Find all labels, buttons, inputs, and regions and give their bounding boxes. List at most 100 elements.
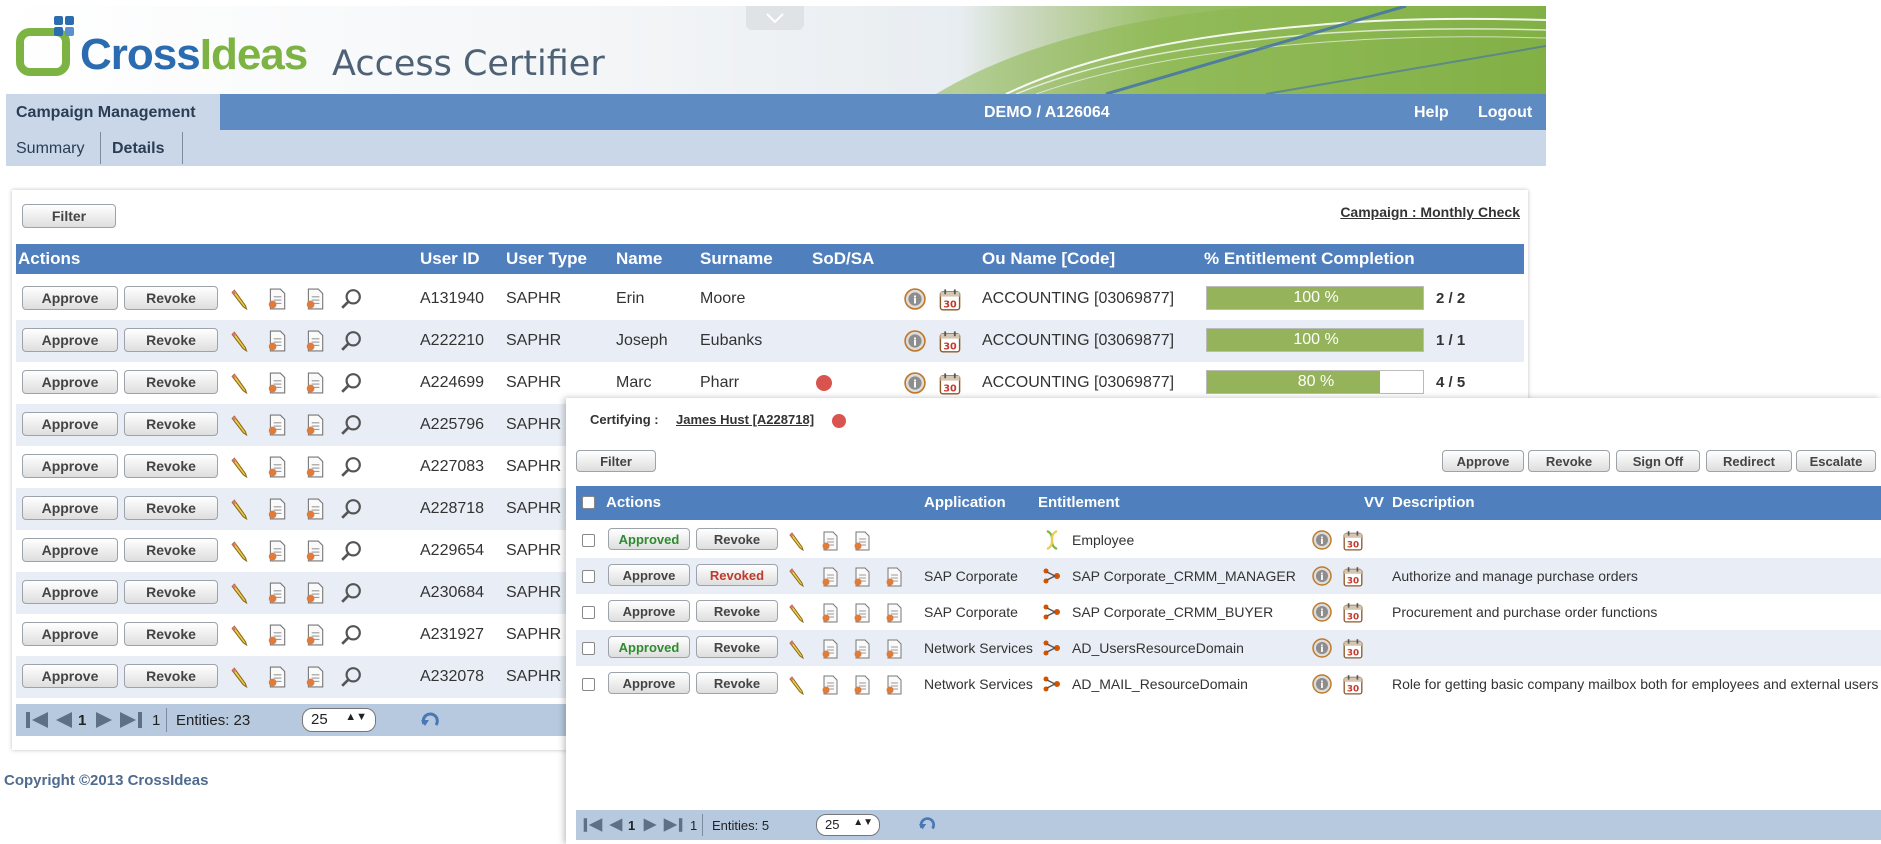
redirect-button[interactable]: Redirect <box>1706 450 1792 472</box>
approve-button[interactable]: Approve <box>22 370 118 394</box>
document-icon[interactable] <box>820 675 840 695</box>
info-icon[interactable]: i <box>1312 602 1332 622</box>
entitlement-row[interactable]: Approve Revoked SAP Corporate SAP Corpora… <box>576 558 1881 594</box>
document-icon[interactable] <box>266 624 288 646</box>
row-checkbox[interactable] <box>582 606 595 619</box>
edit-pencil-icon[interactable] <box>788 675 808 695</box>
edit-pencil-icon[interactable] <box>230 582 252 604</box>
document-icon[interactable] <box>266 288 288 310</box>
approve-button[interactable]: Approve <box>22 454 118 478</box>
edit-pencil-icon[interactable] <box>230 624 252 646</box>
calendar-icon[interactable]: 30 <box>1342 565 1364 587</box>
revoke-button[interactable]: Revoke <box>124 622 218 646</box>
calendar-icon[interactable]: 30 <box>938 287 962 311</box>
header-name[interactable]: Name <box>616 249 662 269</box>
edit-pencil-icon[interactable] <box>230 372 252 394</box>
document-export-icon[interactable] <box>304 582 326 604</box>
document-icon[interactable] <box>266 456 288 478</box>
revoke-button[interactable]: Revoke <box>124 454 218 478</box>
user-row[interactable]: Approve Revoke A131940 SAPHR Erin Moore i 30… <box>16 278 1524 320</box>
document-icon[interactable] <box>266 498 288 520</box>
edit-pencil-icon[interactable] <box>788 639 808 659</box>
calendar-icon[interactable]: 30 <box>1342 601 1364 623</box>
document-history-icon[interactable] <box>884 567 904 587</box>
search-icon[interactable] <box>340 414 362 436</box>
header-user-type[interactable]: User Type <box>506 249 587 269</box>
approve-button[interactable]: Approved <box>608 636 690 658</box>
edit-pencil-icon[interactable] <box>788 603 808 623</box>
bulk-revoke-button[interactable]: Revoke <box>1528 450 1610 472</box>
document-icon[interactable] <box>820 531 840 551</box>
document-history-icon[interactable] <box>884 675 904 695</box>
revoke-button[interactable]: Revoke <box>696 528 778 550</box>
header-entitlement[interactable]: Entitlement <box>1038 494 1120 511</box>
document-icon[interactable] <box>266 330 288 352</box>
document-export-icon[interactable] <box>304 330 326 352</box>
first-page-icon[interactable] <box>582 816 604 834</box>
entitlement-row[interactable]: Approved Revoke Network Services AD_Users… <box>576 630 1881 666</box>
edit-pencil-icon[interactable] <box>230 456 252 478</box>
header-ou-name[interactable]: Ou Name [Code] <box>982 249 1115 269</box>
document-export-icon[interactable] <box>304 414 326 436</box>
document-export-icon[interactable] <box>852 531 872 551</box>
info-icon[interactable]: i <box>904 330 926 352</box>
search-icon[interactable] <box>340 624 362 646</box>
header-surname[interactable]: Surname <box>700 249 773 269</box>
edit-pencil-icon[interactable] <box>230 330 252 352</box>
edit-pencil-icon[interactable] <box>230 540 252 562</box>
approve-button[interactable]: Approve <box>608 600 690 622</box>
search-icon[interactable] <box>340 330 362 352</box>
document-export-icon[interactable] <box>852 567 872 587</box>
header-sod[interactable]: SoD/SA <box>812 249 874 269</box>
info-icon[interactable]: i <box>1312 530 1332 550</box>
approve-button[interactable]: Approve <box>22 328 118 352</box>
approve-button[interactable]: Approve <box>608 564 690 586</box>
search-icon[interactable] <box>340 372 362 394</box>
prev-page-icon[interactable] <box>52 710 74 730</box>
page-size-select[interactable]: 25 ▲▼ <box>302 708 376 732</box>
row-checkbox[interactable] <box>582 534 595 547</box>
revoke-button[interactable]: Revoke <box>124 328 218 352</box>
revoke-button[interactable]: Revoke <box>124 286 218 310</box>
info-icon[interactable]: i <box>904 288 926 310</box>
refresh-icon[interactable] <box>918 815 938 833</box>
revoke-button[interactable]: Revoke <box>124 370 218 394</box>
filter-button[interactable]: Filter <box>22 204 116 228</box>
revoke-button[interactable]: Revoke <box>124 496 218 520</box>
approve-button[interactable]: Approve <box>608 672 690 694</box>
logout-link[interactable]: Logout <box>1478 104 1532 122</box>
campaign-link[interactable]: Campaign : Monthly Check <box>1340 204 1520 220</box>
document-export-icon[interactable] <box>304 624 326 646</box>
document-icon[interactable] <box>266 582 288 604</box>
first-page-icon[interactable] <box>24 710 50 730</box>
edit-pencil-icon[interactable] <box>788 567 808 587</box>
escalate-button[interactable]: Escalate <box>1796 450 1876 472</box>
header-user-id[interactable]: User ID <box>420 249 480 269</box>
document-export-icon[interactable] <box>304 498 326 520</box>
tab-summary[interactable]: Summary <box>16 140 84 158</box>
document-icon[interactable] <box>820 603 840 623</box>
prev-page-icon[interactable] <box>606 816 624 834</box>
revoke-button[interactable]: Revoke <box>696 672 778 694</box>
row-checkbox[interactable] <box>582 678 595 691</box>
revoke-button[interactable]: Revoke <box>124 538 218 562</box>
revoke-button[interactable]: Revoke <box>696 636 778 658</box>
header-vv[interactable]: VV <box>1364 494 1384 511</box>
edit-pencil-icon[interactable] <box>230 666 252 688</box>
search-icon[interactable] <box>340 540 362 562</box>
header-application[interactable]: Application <box>924 494 1006 511</box>
search-icon[interactable] <box>340 582 362 604</box>
document-history-icon[interactable] <box>884 603 904 623</box>
select-all-checkbox[interactable] <box>582 496 595 509</box>
edit-pencil-icon[interactable] <box>788 531 808 551</box>
approve-button[interactable]: Approve <box>22 538 118 562</box>
revoke-button[interactable]: Revoke <box>696 600 778 622</box>
approve-button[interactable]: Approve <box>22 496 118 520</box>
last-page-icon[interactable] <box>118 710 144 730</box>
document-icon[interactable] <box>820 567 840 587</box>
search-icon[interactable] <box>340 288 362 310</box>
entitlement-row[interactable]: Approved Revoke Employee i 30 <box>576 522 1881 558</box>
approve-button[interactable]: Approve <box>22 286 118 310</box>
revoke-button[interactable]: Revoked <box>696 564 778 586</box>
collapse-header-button[interactable] <box>746 6 804 30</box>
